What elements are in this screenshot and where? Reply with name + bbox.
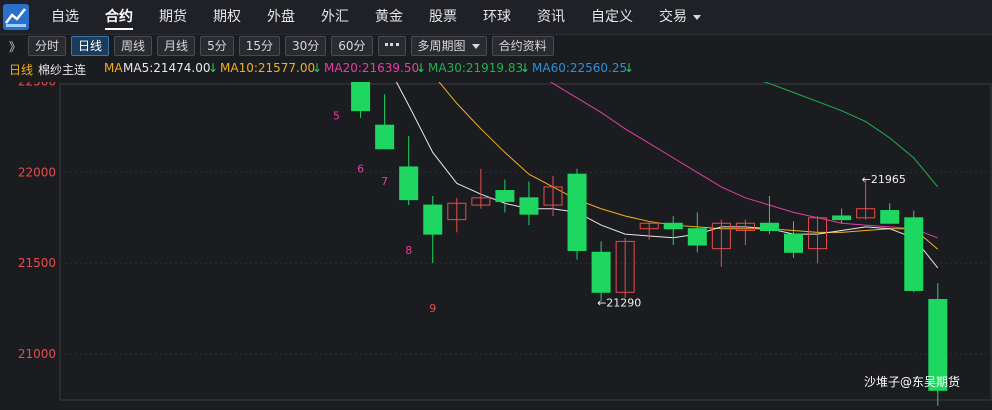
nav-item-1[interactable]: 合约	[92, 0, 146, 34]
period-toolbar: 》 分时 日线 周线 月线 5分 15分 30分 60分 多周期图 合约资料	[0, 34, 992, 58]
nav-item-11[interactable]: 交易	[646, 0, 714, 34]
nav-item-3[interactable]: 期权	[200, 0, 254, 34]
count-label: 5	[333, 110, 340, 123]
ma30-down-arrow-icon: ↓	[520, 61, 531, 75]
ma5-down-arrow-icon: ↓	[208, 61, 219, 75]
candle-body[interactable]	[375, 124, 395, 150]
ma60-down-arrow-icon: ↓	[624, 61, 635, 75]
ma20-line	[416, 0, 938, 239]
candle-body[interactable]	[832, 215, 852, 221]
candle-body[interactable]	[784, 233, 803, 253]
period-button-3[interactable]: 月线	[157, 36, 196, 56]
indicator-info-bar: 日线 棉纱主连 MA MA5:21474.00 ↓ MA10:21577.00 …	[0, 58, 992, 78]
nav-item-2[interactable]: 期货	[146, 0, 200, 34]
candle-body[interactable]	[591, 251, 611, 293]
watermark-text: 沙堆子@东吴期货	[864, 374, 960, 389]
y-tick-label: 21000	[18, 347, 56, 361]
candle-body[interactable]	[880, 210, 900, 224]
kline-chart-svg[interactable]: 210002150022000225002300023500←23895←212…	[0, 0, 992, 410]
candle-body[interactable]	[759, 222, 779, 232]
candle-body[interactable]	[351, 70, 371, 112]
y-tick-label: 21500	[18, 256, 56, 270]
chevron-down-icon	[693, 14, 701, 20]
candle-body[interactable]	[687, 228, 707, 246]
nav-item-8[interactable]: 环球	[470, 0, 524, 34]
count-label: 8	[405, 244, 412, 257]
period-button-2[interactable]: 周线	[114, 36, 153, 56]
candle-body[interactable]	[519, 197, 539, 215]
nav-item-10[interactable]: 自定义	[578, 0, 646, 34]
candle-body[interactable]	[423, 204, 443, 235]
extreme-price-label: ←21290	[597, 296, 641, 309]
top-nav-bar: 自选 合约 期货 期权 外盘 外汇 黄金 股票 环球 资讯 自定义 交易	[0, 0, 992, 35]
ma30-line	[515, 0, 939, 188]
extreme-price-label: ←21965	[862, 173, 906, 186]
y-tick-label: 22000	[18, 165, 56, 179]
ma-label: MA	[104, 61, 123, 75]
ma20-value: MA20:21639.50	[324, 61, 420, 75]
collapse-toggle-icon[interactable]: 》	[9, 38, 21, 55]
ma30-value: MA30:21919.83	[428, 61, 524, 75]
period-button-4[interactable]: 5分	[200, 36, 234, 56]
nav-item-9[interactable]: 资讯	[524, 0, 578, 34]
chevron-down-icon	[471, 44, 480, 49]
ma60-value: MA60:22560.25	[532, 61, 628, 75]
y-tick-label: 22500	[18, 82, 56, 89]
count-label: 7	[381, 175, 388, 188]
period-button-7[interactable]: 60分	[331, 36, 373, 56]
nav-item-7[interactable]: 股票	[416, 0, 470, 34]
nav-item-4[interactable]: 外盘	[254, 0, 308, 34]
multi-period-dropdown[interactable]: 多周期图	[410, 36, 487, 56]
period-button-0[interactable]: 分时	[28, 36, 67, 56]
nav-item-5[interactable]: 外汇	[308, 0, 362, 34]
nav-item-6[interactable]: 黄金	[362, 0, 416, 34]
plot-frame	[59, 83, 992, 401]
period-label: 日线	[9, 63, 34, 77]
ma10-down-arrow-icon: ↓	[312, 61, 323, 75]
nav-item-0[interactable]: 自选	[38, 0, 92, 34]
count-label: 9	[429, 302, 436, 315]
kline-chart[interactable]: 210002150022000225002300023500←23895←212…	[0, 0, 992, 410]
candle-body[interactable]	[399, 166, 419, 201]
count-label: 6	[357, 162, 364, 175]
candle-body[interactable]	[904, 217, 924, 291]
more-button[interactable]	[377, 36, 406, 56]
more-dots-icon	[384, 43, 399, 50]
ma20-down-arrow-icon: ↓	[416, 61, 427, 75]
symbol-name[interactable]: 棉纱主连	[38, 61, 86, 78]
contract-info-button[interactable]: 合约资料	[491, 36, 554, 56]
candle-body[interactable]	[495, 190, 515, 202]
period-button-5[interactable]: 15分	[238, 36, 280, 56]
ma5-line	[352, 0, 939, 269]
candle-body[interactable]	[663, 222, 683, 230]
candle-body[interactable]	[567, 173, 587, 251]
ma5-value: MA5:21474.00	[123, 61, 211, 75]
ma10-value: MA10:21577.00	[220, 61, 316, 75]
app-logo-icon[interactable]	[2, 3, 30, 31]
main-nav: 自选 合约 期货 期权 外盘 外汇 黄金 股票 环球 资讯 自定义 交易	[38, 0, 714, 34]
period-button-6[interactable]: 30分	[284, 36, 327, 56]
period-buttons: 分时 日线 周线 月线 5分 15分 30分 60分 多周期图 合约资料	[28, 36, 559, 56]
period-button-1[interactable]: 日线	[71, 36, 110, 56]
ma10-line	[384, 0, 939, 250]
